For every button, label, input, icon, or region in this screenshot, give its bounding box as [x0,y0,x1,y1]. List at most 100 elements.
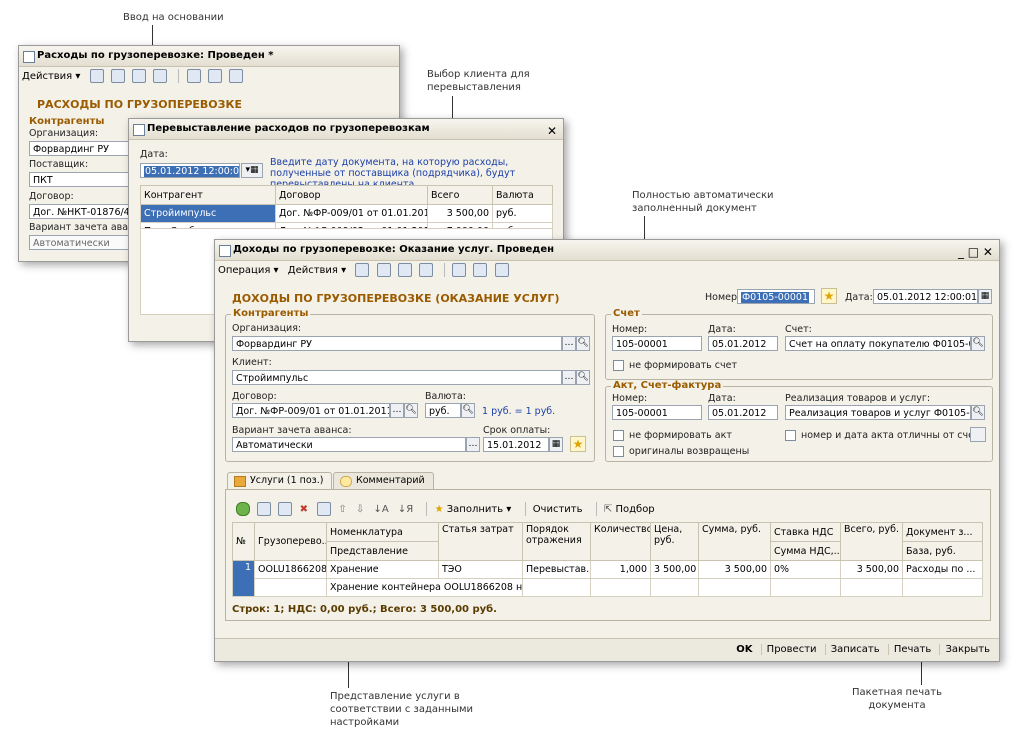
expenses-contract-field[interactable]: Дог. №НКТ-01876/4 [29,204,139,219]
star-icon[interactable]: ★ [821,288,837,304]
post-icon[interactable] [355,263,370,277]
col-price[interactable]: Цена, руб. [650,522,699,561]
print-icon[interactable] [131,69,146,83]
select-button[interactable]: … [562,370,576,385]
cell-qty[interactable]: 1,000 [590,560,651,579]
cell-sum[interactable]: 3 500,00 [698,560,771,579]
close-icon[interactable]: ✕ [547,121,557,141]
actions-menu[interactable]: Действия ▾ [288,261,346,281]
structure-icon[interactable] [473,263,488,277]
delete-icon[interactable]: ✖ [300,504,308,515]
clear-button[interactable]: Очистить [533,500,583,520]
copy-row-icon[interactable] [257,502,272,516]
table-row[interactable]: Хранение контейнера OOLU1866208 на т... [233,578,983,597]
select-button[interactable]: … [562,336,576,351]
help-icon[interactable] [494,263,509,277]
basis-icon[interactable] [418,263,433,277]
search-icon[interactable]: 🔍︎ [576,370,590,385]
col-order[interactable]: Порядок отражения [522,522,591,561]
originals-checkbox[interactable] [613,446,624,457]
dt-kt-icon[interactable] [186,69,201,83]
search-icon[interactable]: 🔍︎ [971,405,985,420]
cell-total[interactable]: 3 500,00 [427,204,493,223]
select-button[interactable]: … [390,403,404,418]
sort-desc-icon[interactable]: ↓Я [398,504,413,515]
rate-link[interactable]: 1 руб. = 1 руб. [482,406,555,417]
ok-button[interactable]: OK [731,644,757,655]
calendar-icon[interactable]: ▦ [549,437,563,452]
cell-vat-rate[interactable]: 0% [770,560,841,579]
move-down-icon[interactable]: ⇩ [356,504,364,515]
col-representation[interactable]: Представление [326,541,439,561]
star-icon[interactable]: ★ [570,436,586,452]
move-up-icon[interactable]: ⇧ [338,504,346,515]
close-button[interactable]: Закрыть [939,644,995,655]
col-cost-item[interactable]: Статья затрат [438,522,523,561]
basis-icon[interactable] [153,69,168,83]
col-cargo[interactable]: Грузоперево... [254,522,327,561]
col-n[interactable]: № [232,522,255,561]
number-field[interactable]: Ф0105-00001 [737,289,815,304]
structure-icon[interactable] [207,69,222,83]
cell-doc[interactable]: Расходы по ... [902,560,983,579]
expenses-advance-field[interactable]: Автоматически [29,235,139,250]
date-field[interactable]: 05.01.2012 12:00:01 [873,289,978,304]
cell-nomenclature[interactable]: Хранение [326,560,439,579]
invoice-number-field[interactable]: 105-00001 [612,336,702,351]
end-edit-icon[interactable] [317,502,332,516]
table-row[interactable]: 1 OOLU1866208 Хранение ТЭО Перевыстав...… [232,560,983,597]
col-base[interactable]: База, руб. [902,541,983,561]
edit-icon[interactable] [278,502,293,516]
cell-total[interactable]: 3 500,00 [840,560,903,579]
calendar-icon[interactable]: ▾▦ [241,163,263,178]
copy-icon[interactable] [110,69,125,83]
actions-menu[interactable]: Действия ▾ [22,67,80,87]
cell-contract[interactable]: Дог. №ФР-009/01 от 01.01.2011 [275,204,428,223]
window-controls[interactable]: _ □ ✕ [958,242,993,262]
act-date-field[interactable]: 05.01.2012 [708,405,778,420]
table-row[interactable]: Стройимпульс Дог. №ФР-009/01 от 01.01.20… [140,204,553,223]
pick-button[interactable]: Подбор [615,500,654,520]
search-icon[interactable]: 🔍︎ [404,403,418,418]
cell-order[interactable]: Перевыстав... [522,560,591,579]
col-total[interactable]: Всего [427,185,493,205]
add-icon[interactable] [236,502,250,516]
tab-services[interactable]: Услуги (1 поз.) [227,472,333,489]
invoice-account-field[interactable]: Счет на оплату покупателю Ф0105-00001 [785,336,971,351]
save-button[interactable]: Записать [824,644,885,655]
client-field[interactable]: Стройимпульс [232,370,562,385]
search-icon[interactable]: 🔍︎ [461,403,475,418]
col-qty[interactable]: Количество [590,522,651,561]
col-doc[interactable]: Документ з... [902,522,983,542]
contract-field[interactable]: Дог. №ФР-009/01 от 01.01.2011 [232,403,390,418]
col-counterparty[interactable]: Контрагент [140,185,276,205]
col-currency[interactable]: Валюта [492,185,553,205]
dt-kt-icon[interactable] [452,263,467,277]
act-sale-field[interactable]: Реализация товаров и услуг Ф0105-0000 [785,405,971,420]
col-contract[interactable]: Договор [275,185,428,205]
org-field[interactable]: Форвардинг РУ [232,336,562,351]
post-icon[interactable] [89,69,104,83]
search-icon[interactable]: 🔍︎ [971,336,985,351]
print-icon[interactable] [397,263,412,277]
col-sum[interactable]: Сумма, руб. [698,522,771,561]
col-vat-rate[interactable]: Ставка НДС [770,522,841,542]
no-act-checkbox[interactable] [613,430,624,441]
reissue-date-field[interactable]: 05.01.2012 12:00:01 [140,163,240,178]
fill-button[interactable]: Заполнить ▾ [447,500,512,520]
cell-currency[interactable]: руб. [492,204,553,223]
cell-n[interactable]: 1 [232,560,255,597]
select-button[interactable]: … [466,437,480,452]
invoice-date-field[interactable]: 05.01.2012 [708,336,778,351]
cell-price[interactable]: 3 500,00 [650,560,699,579]
help-icon[interactable] [228,69,243,83]
calendar-icon[interactable]: ▦ [978,289,992,304]
cell-cost-item[interactable]: ТЭО [438,560,523,579]
tab-comment[interactable]: Комментарий [333,472,434,489]
due-field[interactable]: 15.01.2012 [483,437,549,452]
operation-menu[interactable]: Операция ▾ [218,261,279,281]
cell-counterparty[interactable]: Стройимпульс [140,204,276,223]
no-invoice-checkbox[interactable] [613,360,624,371]
print-button[interactable]: Печать [887,644,937,655]
sort-asc-icon[interactable]: ↓A [373,504,388,515]
